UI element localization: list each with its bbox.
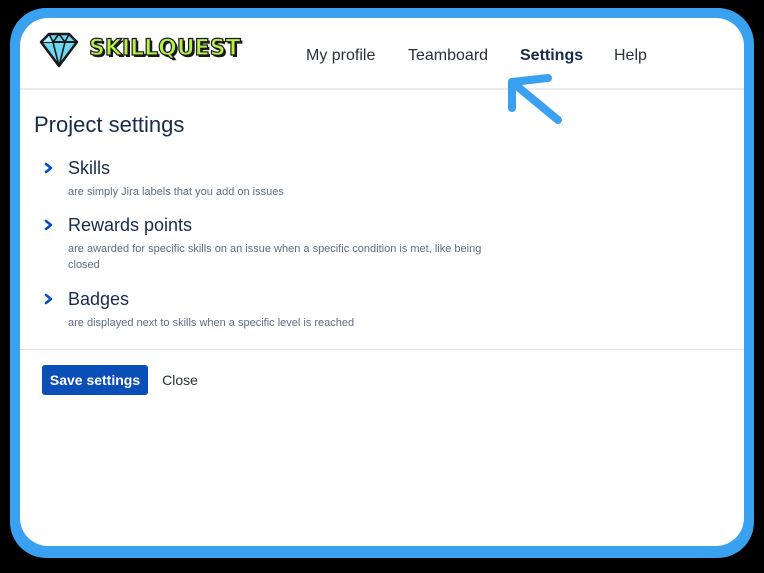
chevron-right-icon[interactable] [44, 219, 54, 231]
divider [20, 349, 744, 350]
section-title[interactable]: Rewards points [68, 215, 192, 236]
section-description: are awarded for specific skills on an is… [68, 243, 482, 271]
diamond-icon [39, 32, 79, 68]
brand-logo[interactable]: SKILLQUEST [37, 32, 241, 68]
highlight-frame: SKILLQUEST My profile Teamboard Settings… [10, 8, 754, 558]
app-window: SKILLQUEST My profile Teamboard Settings… [20, 18, 744, 546]
section-description: are simply Jira labels that you add on i… [68, 186, 284, 198]
chevron-right-icon[interactable] [44, 293, 54, 305]
nav-help[interactable]: Help [614, 47, 647, 65]
save-settings-button[interactable]: Save settings [42, 365, 148, 395]
chevron-right-icon[interactable] [44, 162, 54, 174]
page-title: Project settings [34, 112, 185, 137]
top-navigation: SKILLQUEST My profile Teamboard Settings… [20, 18, 744, 90]
section-title[interactable]: Badges [68, 289, 129, 310]
arrow-pointer-icon [508, 74, 562, 124]
section-description: are displayed next to skills when a spec… [68, 317, 355, 329]
brand-name: SKILLQUEST [88, 35, 241, 61]
section-title[interactable]: Skills [68, 158, 110, 179]
nav-settings[interactable]: Settings [520, 47, 583, 65]
close-button[interactable]: Close [154, 365, 206, 395]
nav-my-profile[interactable]: My profile [306, 47, 375, 65]
nav-teamboard[interactable]: Teamboard [408, 47, 488, 65]
